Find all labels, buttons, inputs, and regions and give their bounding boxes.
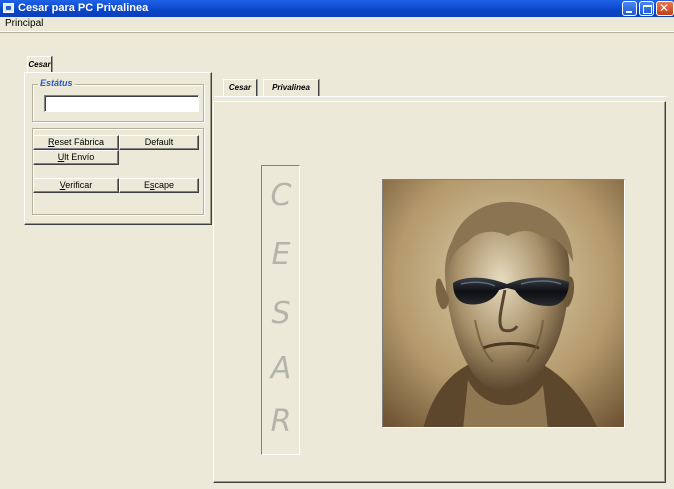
letter-s: S (271, 296, 291, 331)
app-window-icon[interactable] (3, 3, 14, 13)
tab-cesar[interactable]: Cesar (223, 79, 257, 96)
close-button[interactable]: ✕ (656, 1, 674, 16)
portrait-image (383, 180, 624, 427)
ult-envio-button[interactable]: Ult Envío (33, 150, 119, 165)
tab-cesar-left[interactable]: Cesar (27, 56, 52, 72)
minimize-icon (626, 11, 632, 13)
verificar-button[interactable]: Verificar (33, 178, 119, 193)
letter-r: R (270, 404, 292, 439)
tab-privalinea[interactable]: Privalinea (263, 79, 319, 96)
close-icon: ✕ (659, 1, 670, 15)
letter-a: A (270, 351, 292, 386)
escape-button[interactable]: Escape (119, 178, 199, 193)
menu-bar: Principal (0, 17, 674, 32)
maximize-icon (643, 5, 652, 14)
status-field[interactable] (44, 95, 199, 112)
minimize-button[interactable] (622, 1, 637, 16)
default-button[interactable]: Default (119, 135, 199, 150)
reset-factory-button[interactable]: Reset Fábrica (33, 135, 119, 150)
menu-principal[interactable]: Principal (3, 18, 45, 30)
title-bar[interactable]: Cesar para PC Privalinea ✕ (0, 0, 674, 17)
bust-with-sunglasses-portrait (382, 179, 625, 428)
letter-e: E (271, 237, 291, 272)
maximize-button[interactable] (639, 1, 654, 16)
window-title: Cesar para PC Privalinea (18, 2, 149, 14)
status-label: Estátus (38, 78, 75, 88)
letter-c: C (270, 178, 292, 213)
